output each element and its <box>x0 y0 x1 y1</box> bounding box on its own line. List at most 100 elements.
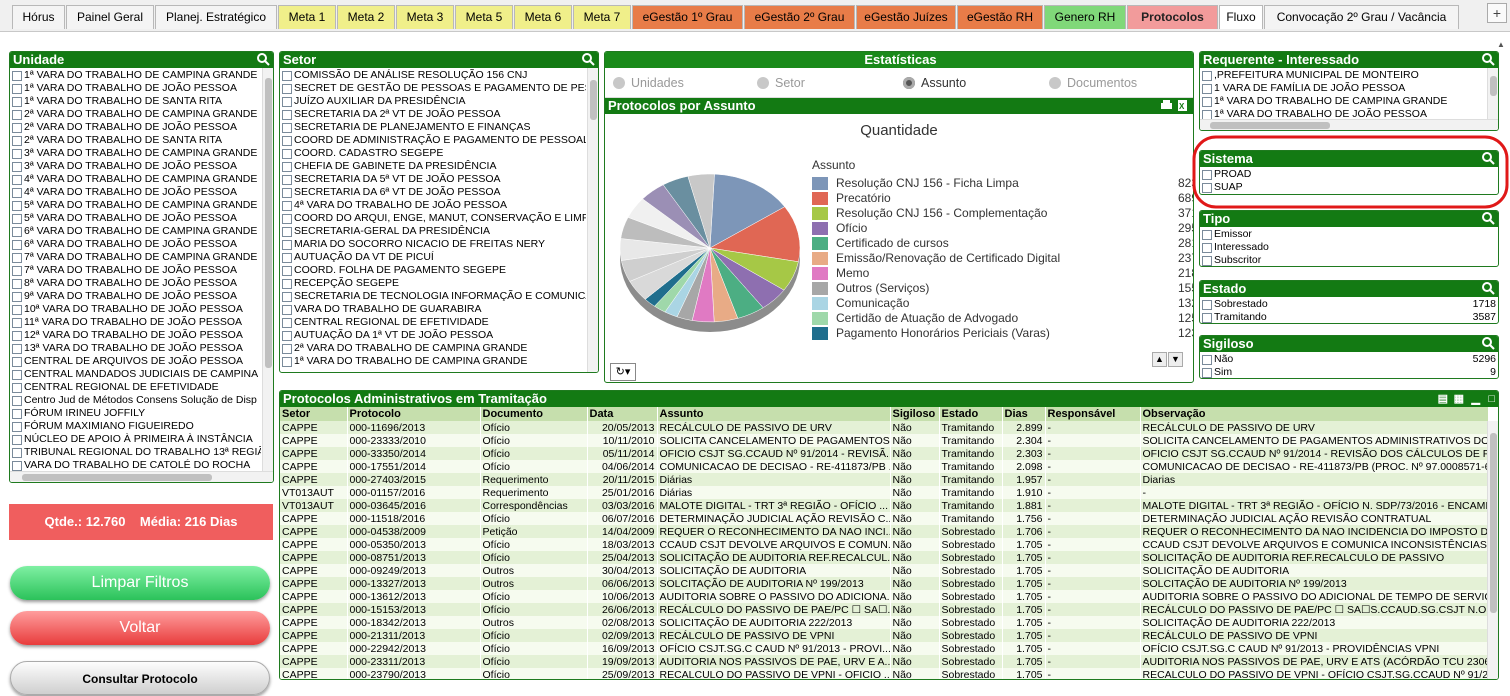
table-row[interactable]: CAPPE 000-08751/2013 Ofício 25/04/2013 SOLIC… <box>280 551 1489 564</box>
list-item[interactable]: FÓRUM MAXIMIANO FIGUEIREDO <box>10 420 261 433</box>
radio-assunto[interactable]: Assunto <box>903 76 966 90</box>
checkbox[interactable] <box>12 201 22 211</box>
checkbox[interactable] <box>12 214 22 224</box>
checkbox[interactable] <box>1202 313 1212 323</box>
list-item[interactable]: 4ª VARA DO TRABALHO DE JOÃO PESSOA <box>10 186 261 199</box>
list-item[interactable]: SUAP <box>1200 181 1498 194</box>
list-item[interactable]: 12ª VARA DO TRABALHO DE JOÃO PESSOA <box>10 329 261 342</box>
print-icon[interactable]: ▤ <box>1438 391 1448 407</box>
checkbox[interactable] <box>12 305 22 315</box>
checkbox[interactable] <box>282 305 292 315</box>
legend-item[interactable]: Comunicação 132 <box>812 296 1193 311</box>
checkbox[interactable] <box>12 175 22 185</box>
column-header[interactable]: Data <box>587 407 658 421</box>
print-icon[interactable] <box>1160 99 1173 112</box>
table-row[interactable]: CAPPE 000-15153/2013 Ofício 26/06/2013 RECÁL… <box>280 603 1489 616</box>
list-item[interactable]: 6ª VARA DO TRABALHO DE JOÃO PESSOA <box>10 238 261 251</box>
search-icon[interactable] <box>256 52 270 66</box>
checkbox[interactable] <box>12 162 22 172</box>
list-item[interactable]: Sim 9 <box>1200 366 1498 378</box>
column-header[interactable]: Estado <box>939 407 1003 421</box>
list-item[interactable]: Sobrestado 1718 <box>1200 298 1498 311</box>
legend-item[interactable]: Pagamento Honorários Periciais (Varas) 12… <box>812 326 1193 341</box>
tab-convocacao-2-grau-vacancia[interactable]: Convocação 2º Grau / Vacância <box>1264 5 1459 29</box>
legend-item[interactable]: Resolução CNJ 156 - Complementação 371 <box>812 206 1193 221</box>
tab-egestao-2-grau[interactable]: eGestão 2º Grau <box>744 5 855 29</box>
list-item[interactable]: VARA DO TRABALHO DE GUARABIRA <box>280 303 586 316</box>
list-item[interactable]: COORD DO ARQUI, ENGE, MANUT, CONSERVAÇÃO… <box>280 212 586 225</box>
list-item[interactable]: CENTRAL DE ARQUIVOS DE JOÃO PESSOA <box>10 355 261 368</box>
checkbox[interactable] <box>282 84 292 94</box>
checkbox[interactable] <box>12 435 22 445</box>
tab-genero-rh[interactable]: Genero RH <box>1044 5 1126 29</box>
table-row[interactable]: CAPPE 000-13612/2013 Ofício 10/06/2013 AUDIT… <box>280 590 1489 603</box>
list-item[interactable]: 3ª VARA DO TRABALHO DE CAMPINA GRANDE <box>10 147 261 160</box>
back-button[interactable]: Voltar <box>10 611 270 645</box>
scroll-up-button[interactable]: ▲ <box>1152 352 1167 367</box>
list-item[interactable]: PROAD <box>1200 168 1498 181</box>
table-row[interactable]: CAPPE 000-33350/2014 Ofício 05/11/2014 OFICI… <box>280 447 1489 460</box>
legend-item[interactable]: Ofício 295 <box>812 221 1193 236</box>
checkbox[interactable] <box>12 357 22 367</box>
checkbox[interactable] <box>12 344 22 354</box>
checkbox[interactable] <box>282 266 292 276</box>
legend-item[interactable]: Precatório 689 <box>812 191 1193 206</box>
search-icon[interactable] <box>1481 52 1495 66</box>
checkbox[interactable] <box>282 162 292 172</box>
list-item[interactable]: AUTUAÇÃO DA VT DE PICUÍ <box>280 251 586 264</box>
table-row[interactable]: CAPPE 000-23311/2013 Ofício 19/09/2013 AUDIT… <box>280 655 1489 668</box>
list-item[interactable]: 5ª VARA DO TRABALHO DE JOÃO PESSOA <box>10 212 261 225</box>
list-item[interactable]: SECRETARIA DE TECNOLOGIA INFORMAÇÃO E CO… <box>280 290 586 303</box>
checkbox[interactable] <box>12 253 22 263</box>
checkbox[interactable] <box>1202 256 1212 266</box>
radio-setor[interactable]: Setor <box>757 76 805 90</box>
search-icon[interactable] <box>581 52 595 66</box>
checkbox[interactable] <box>12 149 22 159</box>
checkbox[interactable] <box>282 214 292 224</box>
checkbox[interactable] <box>1202 97 1212 107</box>
table-row[interactable]: CAPPE 000-18342/2013 Outros 02/08/2013 SOLIC… <box>280 616 1489 629</box>
checkbox[interactable] <box>282 201 292 211</box>
checkbox[interactable] <box>1202 183 1212 193</box>
checkbox[interactable] <box>282 344 292 354</box>
checkbox[interactable] <box>12 331 22 341</box>
minimize-icon[interactable]: ▁ <box>1472 391 1480 407</box>
radio-unidades[interactable]: Unidades <box>613 76 684 90</box>
column-header[interactable]: Setor <box>280 407 348 421</box>
list-item[interactable]: MARIA DO SOCORRO NICACIO DE FREITAS NERY <box>280 238 586 251</box>
list-item[interactable]: 2ª VARA DO TRABALHO DE JOÃO PESSOA <box>10 121 261 134</box>
checkbox[interactable] <box>12 136 22 146</box>
legend-item[interactable]: Memo 218 <box>812 266 1193 281</box>
checkbox[interactable] <box>12 383 22 393</box>
list-item[interactable]: 4ª VARA DO TRABALHO DE CAMPINA GRANDE <box>10 173 261 186</box>
table-row[interactable]: CAPPE 000-09249/2013 Outros 30/04/2013 SOLIC… <box>280 564 1489 577</box>
checkbox[interactable] <box>1202 71 1212 81</box>
checkbox[interactable] <box>282 175 292 185</box>
tab-meta-3[interactable]: Meta 3 <box>396 5 454 29</box>
checkbox[interactable] <box>282 331 292 341</box>
list-item[interactable]: CHEFIA DE GABINETE DA PRESIDÊNCIA <box>280 160 586 173</box>
checkbox[interactable] <box>12 409 22 419</box>
legend-item[interactable]: Certificado de cursos 281 <box>812 236 1193 251</box>
column-header[interactable]: Dias <box>1002 407 1046 421</box>
list-item[interactable]: 4ª VARA DO TRABALHO DE JOÃO PESSOA <box>280 199 586 212</box>
list-item[interactable]: Tramitando 3587 <box>1200 311 1498 323</box>
list-item[interactable]: COMISSÃO DE ANÁLISE RESOLUÇÃO 156 CNJ <box>280 69 586 82</box>
list-item[interactable]: 7ª VARA DO TRABALHO DE CAMPINA GRANDE <box>10 251 261 264</box>
table-row[interactable]: CAPPE 000-04538/2009 Petição 14/04/2009 REQU… <box>280 525 1489 538</box>
list-item[interactable]: RECEPÇÃO SEGEPE <box>280 277 586 290</box>
tab-meta-1[interactable]: Meta 1 <box>278 5 336 29</box>
checkbox[interactable] <box>282 357 292 367</box>
checkbox[interactable] <box>12 461 22 471</box>
search-icon[interactable] <box>1481 211 1495 225</box>
tab-egestao-juizes[interactable]: eGestão Juízes <box>856 5 956 29</box>
column-header[interactable]: Documento <box>480 407 588 421</box>
checkbox[interactable] <box>282 71 292 81</box>
column-header[interactable]: Assunto <box>657 407 891 421</box>
checkbox[interactable] <box>282 253 292 263</box>
checkbox[interactable] <box>12 123 22 133</box>
list-item[interactable]: SECRETARIA DA 5ª VT DE JOÃO PESSOA <box>280 173 586 186</box>
list-item[interactable]: 9ª VARA DO TRABALHO DE JOÃO PESSOA <box>10 290 261 303</box>
list-item[interactable]: CENTRAL REGIONAL DE EFETIVIDADE <box>280 316 586 329</box>
tab-egestao-rh[interactable]: eGestão RH <box>957 5 1043 29</box>
